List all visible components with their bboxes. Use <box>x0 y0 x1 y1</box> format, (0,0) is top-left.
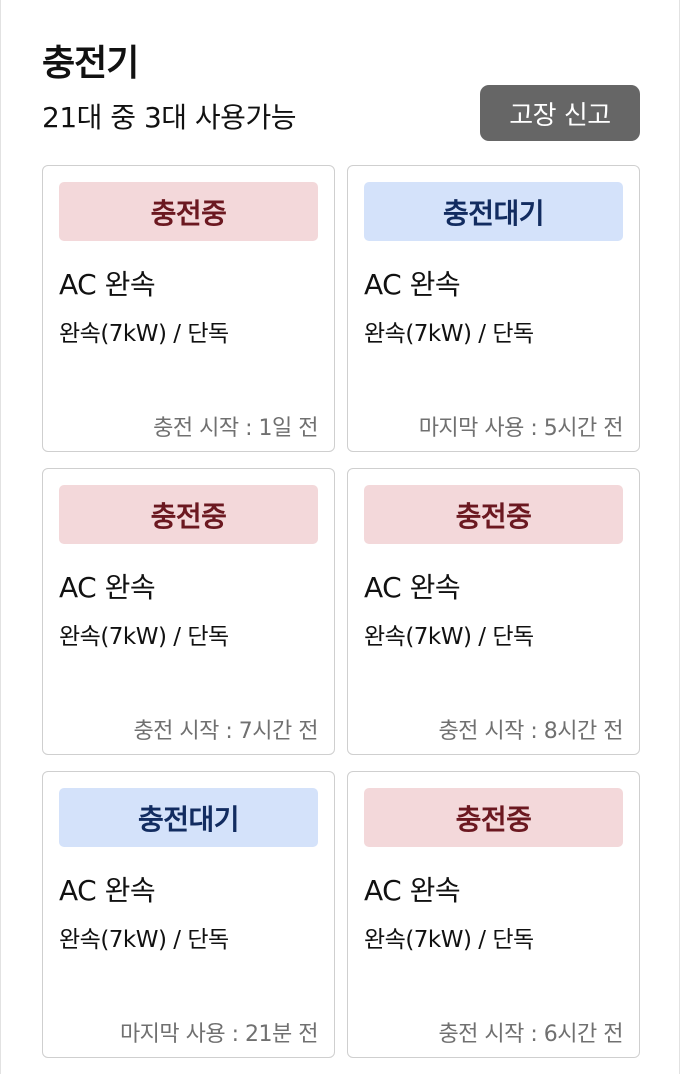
charger-time-info: 충전 시작 : 1일 전 <box>153 416 318 441</box>
report-fault-button[interactable]: 고장 신고 <box>480 85 640 141</box>
charger-spec: 완속(7kW) / 단독 <box>59 927 229 953</box>
charger-card[interactable]: 충전중 AC 완속 완속(7kW) / 단독 충전 시작 : 8시간 전 <box>347 468 640 755</box>
charger-card[interactable]: 충전대기 AC 완속 완속(7kW) / 단독 마지막 사용 : 21분 전 <box>42 771 335 1058</box>
charger-grid: 충전중 AC 완속 완속(7kW) / 단독 충전 시작 : 1일 전 충전대기… <box>42 165 640 1058</box>
status-badge: 충전대기 <box>364 182 623 241</box>
status-badge: 충전중 <box>364 485 623 544</box>
charger-time-info: 마지막 사용 : 21분 전 <box>119 1022 319 1047</box>
status-badge: 충전중 <box>59 485 318 544</box>
charger-card[interactable]: 충전중 AC 완속 완속(7kW) / 단독 충전 시작 : 6시간 전 <box>347 771 640 1058</box>
status-badge: 충전중 <box>59 182 318 241</box>
charger-type: AC 완속 <box>364 268 461 301</box>
charger-type: AC 완속 <box>59 268 156 301</box>
section-title: 충전기 <box>42 43 139 84</box>
charger-spec: 완속(7kW) / 단독 <box>364 927 534 953</box>
charger-time-info: 마지막 사용 : 5시간 전 <box>418 416 624 441</box>
charger-type: AC 완속 <box>364 874 461 907</box>
charger-time-info: 충전 시작 : 8시간 전 <box>438 719 623 744</box>
charger-time-info: 충전 시작 : 6시간 전 <box>438 1022 623 1047</box>
availability-count: 21대 중 3대 사용가능 <box>42 101 296 134</box>
charger-time-info: 충전 시작 : 7시간 전 <box>133 719 318 744</box>
charger-type: AC 완속 <box>364 571 461 604</box>
charger-card[interactable]: 충전중 AC 완속 완속(7kW) / 단독 충전 시작 : 1일 전 <box>42 165 335 452</box>
charger-spec: 완속(7kW) / 단독 <box>59 624 229 650</box>
charger-spec: 완속(7kW) / 단독 <box>364 624 534 650</box>
status-badge: 충전대기 <box>59 788 318 847</box>
charger-type: AC 완속 <box>59 874 156 907</box>
charger-card[interactable]: 충전중 AC 완속 완속(7kW) / 단독 충전 시작 : 7시간 전 <box>42 468 335 755</box>
charger-type: AC 완속 <box>59 571 156 604</box>
charger-spec: 완속(7kW) / 단독 <box>59 321 229 347</box>
charger-panel: 충전기 21대 중 3대 사용가능 고장 신고 충전중 AC 완속 완속(7kW… <box>0 0 680 1074</box>
charger-spec: 완속(7kW) / 단독 <box>364 321 534 347</box>
charger-card[interactable]: 충전대기 AC 완속 완속(7kW) / 단독 마지막 사용 : 5시간 전 <box>347 165 640 452</box>
status-badge: 충전중 <box>364 788 623 847</box>
